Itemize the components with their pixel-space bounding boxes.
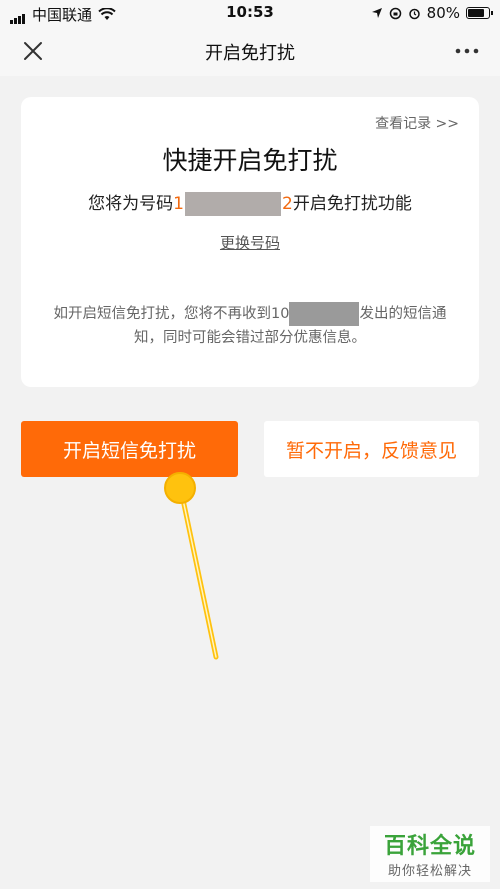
info-card: 查看记录 >> 快捷开启免打扰 您将为号码1 2开启免打扰功能 更换号码 如开启短… <box>21 97 479 387</box>
battery-percent: 80% <box>426 4 460 22</box>
desc-suffix: 开启免打扰功能 <box>292 194 412 214</box>
desc-prefix: 您将为号码 <box>88 194 174 214</box>
notice-part1: 如开启短信免打扰，您将不再收到10 <box>53 306 290 322</box>
view-history-link[interactable]: 查看记录 >> <box>375 113 459 133</box>
card-heading: 快捷开启免打扰 <box>162 146 338 175</box>
enable-dnd-button[interactable]: 开启短信免打扰 <box>21 421 238 477</box>
status-right: 80% <box>371 4 493 22</box>
alarm-icon <box>408 8 420 19</box>
more-dots-icon[interactable] <box>454 40 480 62</box>
phone-number-end: 2 <box>282 194 293 214</box>
sender-number-mask <box>289 302 360 326</box>
nav-bar: 开启免打扰 <box>0 26 500 76</box>
watermark-title: 百科全说 <box>383 834 476 859</box>
page-title: 开启免打扰 <box>205 43 295 64</box>
decline-feedback-button[interactable]: 暂不开启，反馈意见 <box>264 421 479 477</box>
watermark-subtitle: 助你轻松解决 <box>387 864 472 879</box>
battery-icon <box>466 7 493 19</box>
phone-number-start: 1 <box>173 194 184 214</box>
rotation-lock-icon <box>389 7 401 19</box>
location-arrow-icon <box>371 8 382 18</box>
change-number-link[interactable]: 更换号码 <box>21 232 479 253</box>
notice-text: 如开启短信免打扰，您将不再收到10 发出的短信通知，同时可能会错过部分优惠信息。 <box>47 302 453 350</box>
number-description: 您将为号码1 2开启免打扰功能 <box>21 189 479 216</box>
phone-number-mask <box>185 192 281 216</box>
watermark-logo: 百科全说 助你轻松解决 <box>370 826 490 882</box>
status-bar: 中国联通 10:53 80% <box>0 0 500 26</box>
